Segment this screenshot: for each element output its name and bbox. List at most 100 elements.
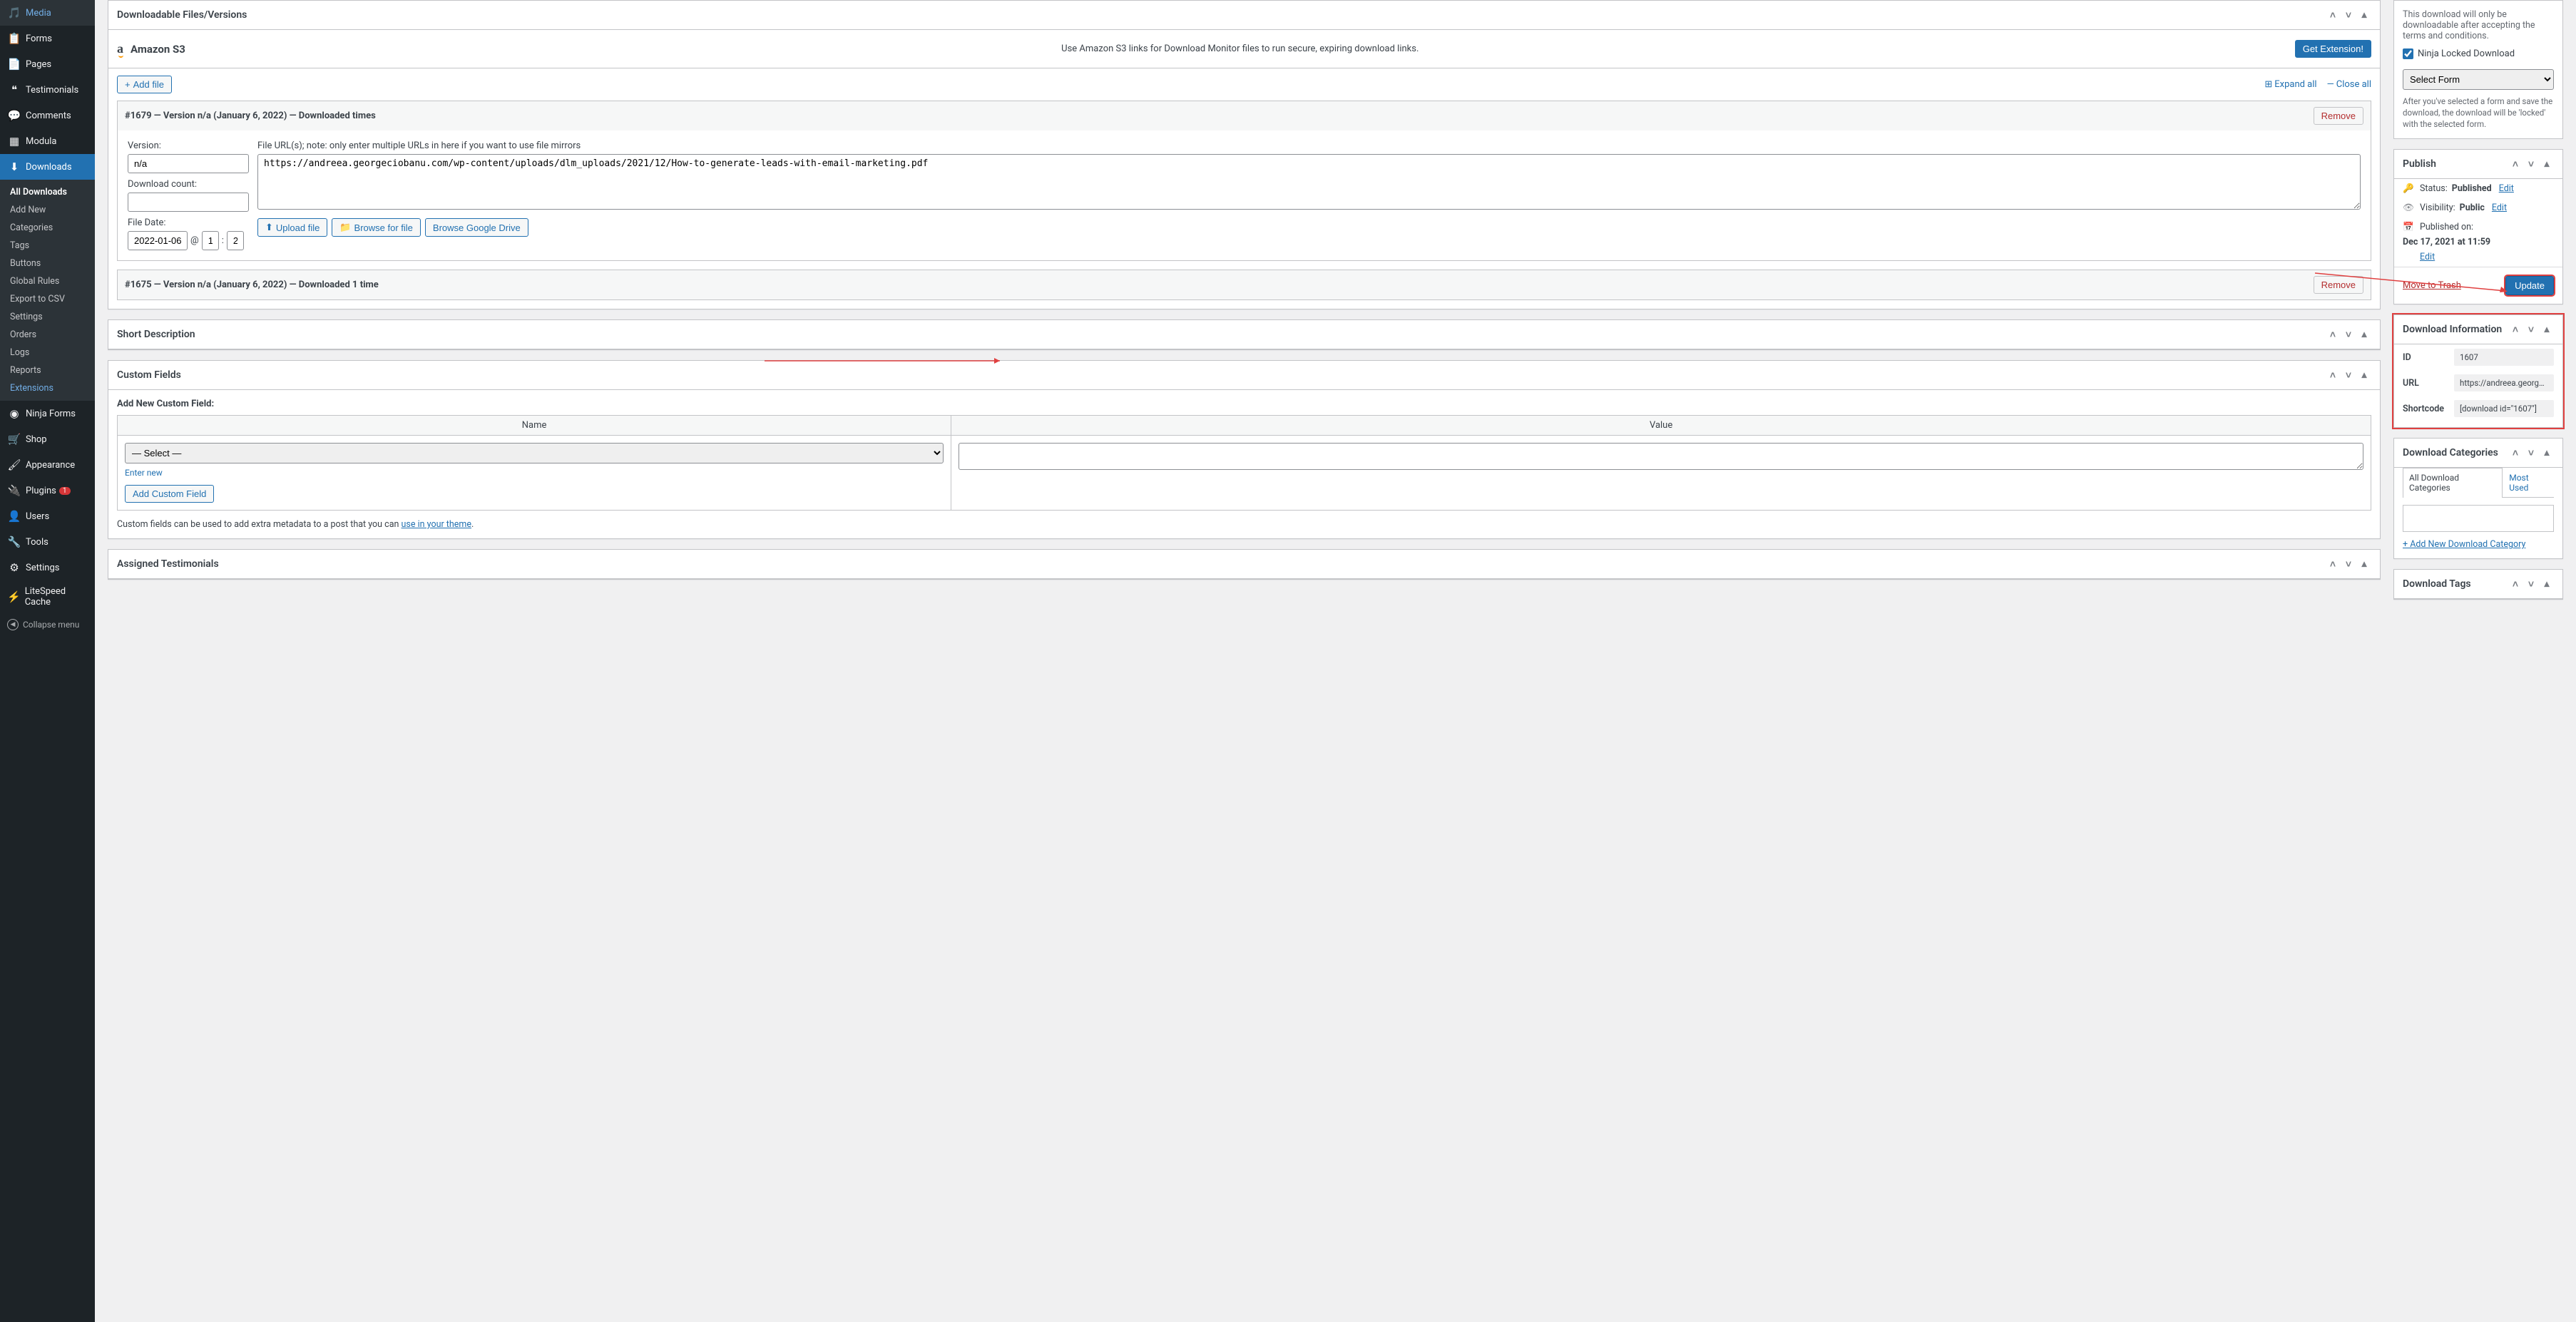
move-up-handle[interactable]: ˄ [2508, 577, 2523, 591]
browse-file-button[interactable]: 📁Browse for file [332, 218, 421, 237]
sidebar-item-appearance[interactable]: 🖌Appearance [0, 452, 95, 478]
move-up-handle[interactable]: ˄ [2326, 557, 2340, 571]
toggle-handle[interactable]: ▴ [2357, 368, 2371, 382]
file-date-input[interactable] [128, 231, 188, 250]
edit-status-link[interactable]: Edit [2499, 183, 2514, 194]
metabox-title: Download Tags [2403, 578, 2471, 590]
toggle-handle[interactable]: ▴ [2357, 327, 2371, 342]
sidebar-item-shop[interactable]: 🛒Shop [0, 426, 95, 452]
sidebar-item-orders[interactable]: Orders [0, 326, 95, 344]
sidebar-unit-tools[interactable]: 🔧Tools [0, 529, 95, 555]
published-on-label: Published on: [2420, 222, 2473, 232]
plugin-icon: 🔌 [7, 483, 21, 498]
edit-visibility-link[interactable]: Edit [2492, 203, 2507, 213]
select-form-dropdown[interactable]: Select Form [2403, 69, 2554, 90]
toggle-handle[interactable]: ▴ [2357, 8, 2371, 22]
sidebar-item-modula[interactable]: ▦Modula [0, 128, 95, 154]
edit-date-link[interactable]: Edit [2420, 252, 2554, 262]
move-down-handle[interactable]: ˅ [2524, 157, 2538, 171]
sidebar-item-settings[interactable]: Settings [0, 308, 95, 326]
get-extension-button[interactable]: Get Extension! [2295, 40, 2371, 58]
move-down-handle[interactable]: ˅ [2341, 557, 2356, 571]
sidebar-item-buttons[interactable]: Buttons [0, 255, 95, 272]
sidebar-item-testimonials[interactable]: ❝Testimonials [0, 77, 95, 103]
sidebar-item-categories[interactable]: Categories [0, 219, 95, 237]
download-count-label: Download count: [128, 179, 249, 190]
remove-version-button[interactable]: Remove [2314, 276, 2363, 294]
remove-version-button[interactable]: Remove [2314, 107, 2363, 125]
expand-all-link[interactable]: ⊞Expand all [2264, 79, 2316, 90]
version-input[interactable] [128, 154, 249, 173]
move-down-handle[interactable]: ˅ [2524, 446, 2538, 460]
sidebar-item-all-downloads[interactable]: All Downloads [0, 183, 95, 201]
move-down-handle[interactable]: ˅ [2524, 577, 2538, 591]
move-down-handle[interactable]: ˅ [2341, 327, 2356, 342]
sidebar-item-comments[interactable]: 💬Comments [0, 103, 95, 128]
use-in-theme-link[interactable]: use in your theme [402, 519, 472, 530]
sidebar-item-logs[interactable]: Logs [0, 344, 95, 362]
move-up-handle[interactable]: ˄ [2508, 157, 2523, 171]
sidebar-item-add-new[interactable]: Add New [0, 201, 95, 219]
move-down-handle[interactable]: ˅ [2341, 8, 2356, 22]
move-up-handle[interactable]: ˄ [2326, 368, 2340, 382]
status-label: Status: [2420, 183, 2448, 194]
move-up-handle[interactable]: ˄ [2508, 446, 2523, 460]
sidebar-submenu-downloads: All Downloads Add New Categories Tags Bu… [0, 180, 95, 401]
sidebar-item-settings-main[interactable]: ⚙Settings [0, 555, 95, 580]
move-up-handle[interactable]: ˄ [2326, 8, 2340, 22]
toggle-handle[interactable]: ▴ [2540, 446, 2554, 460]
add-new-custom-field-heading: Add New Custom Field: [117, 399, 214, 409]
close-all-label: Close all [2336, 79, 2371, 90]
toggle-handle[interactable]: ▴ [2540, 322, 2554, 337]
sidebar-item-media[interactable]: 🎵Media [0, 0, 95, 26]
download-icon: ⬇ [7, 160, 21, 174]
amazon-s3-label: Amazon S3 [131, 43, 185, 56]
sidebar-item-export-csv[interactable]: Export to CSV [0, 290, 95, 308]
shortcode-value: [download id="1607"] [2454, 400, 2554, 417]
custom-field-name-select[interactable]: — Select — [125, 443, 944, 463]
file-urls-textarea[interactable]: https://andreea.georgeciobanu.com/wp-con… [257, 154, 2361, 210]
collapse-menu[interactable]: ◀Collapse menu [0, 613, 95, 636]
sidebar-item-reports[interactable]: Reports [0, 362, 95, 379]
sidebar-item-pages[interactable]: 📄Pages [0, 51, 95, 77]
sidebar-item-litespeed[interactable]: ⚡LiteSpeed Cache [0, 580, 95, 613]
all-categories-tab[interactable]: All Download Categories [2403, 468, 2503, 498]
sidebar-item-tags[interactable]: Tags [0, 237, 95, 255]
published-on-value: Dec 17, 2021 at 11:59 [2403, 237, 2490, 247]
sidebar-item-downloads[interactable]: ⬇Downloads [0, 154, 95, 180]
sidebar-item-ninja-forms[interactable]: ◉Ninja Forms [0, 401, 95, 426]
file-version-1679: #1679 — Version n/a (January 6, 2022) — … [117, 101, 2371, 261]
add-file-button[interactable]: +Add file [117, 76, 172, 93]
move-down-handle[interactable]: ˅ [2341, 368, 2356, 382]
move-to-trash-link[interactable]: Move to Trash [2403, 280, 2461, 291]
move-up-handle[interactable]: ˄ [2508, 322, 2523, 337]
most-used-tab[interactable]: Most Used [2503, 468, 2554, 497]
collapse-label: Collapse menu [23, 620, 79, 630]
sidebar-item-forms[interactable]: 📋Forms [0, 26, 95, 51]
toggle-handle[interactable]: ▴ [2540, 157, 2554, 171]
sidebar-item-plugins[interactable]: 🔌Plugins1 [0, 478, 95, 503]
sidebar-item-users[interactable]: 👤Users [0, 503, 95, 529]
move-down-handle[interactable]: ˅ [2524, 322, 2538, 337]
ninja-locked-checkbox-label[interactable]: Ninja Locked Download [2403, 48, 2554, 59]
download-count-input[interactable] [128, 193, 249, 212]
file-minute-input[interactable] [227, 231, 244, 250]
browse-gdrive-button[interactable]: Browse Google Drive [425, 218, 528, 237]
close-all-link[interactable]: —Close all [2327, 79, 2371, 90]
toggle-handle[interactable]: ▴ [2540, 577, 2554, 591]
plugins-badge: 1 [59, 487, 71, 495]
file-hour-input[interactable] [202, 231, 219, 250]
move-up-handle[interactable]: ˄ [2326, 327, 2340, 342]
download-tags-metabox: Download Tags ˄ ˅ ▴ [2393, 569, 2563, 600]
update-button[interactable]: Update [2505, 276, 2554, 295]
upload-file-button[interactable]: ⬆Upload file [257, 218, 327, 237]
version-header: #1675 — Version n/a (January 6, 2022) — … [125, 280, 379, 290]
add-new-category-link[interactable]: + Add New Download Category [2394, 539, 2562, 558]
custom-field-value-textarea[interactable] [959, 443, 2363, 470]
enter-new-link[interactable]: Enter new [125, 468, 944, 478]
add-custom-field-button[interactable]: Add Custom Field [125, 485, 214, 503]
toggle-handle[interactable]: ▴ [2357, 557, 2371, 571]
sidebar-item-extensions[interactable]: Extensions [0, 379, 95, 397]
sidebar-item-global-rules[interactable]: Global Rules [0, 272, 95, 290]
ninja-locked-checkbox[interactable] [2403, 48, 2413, 59]
